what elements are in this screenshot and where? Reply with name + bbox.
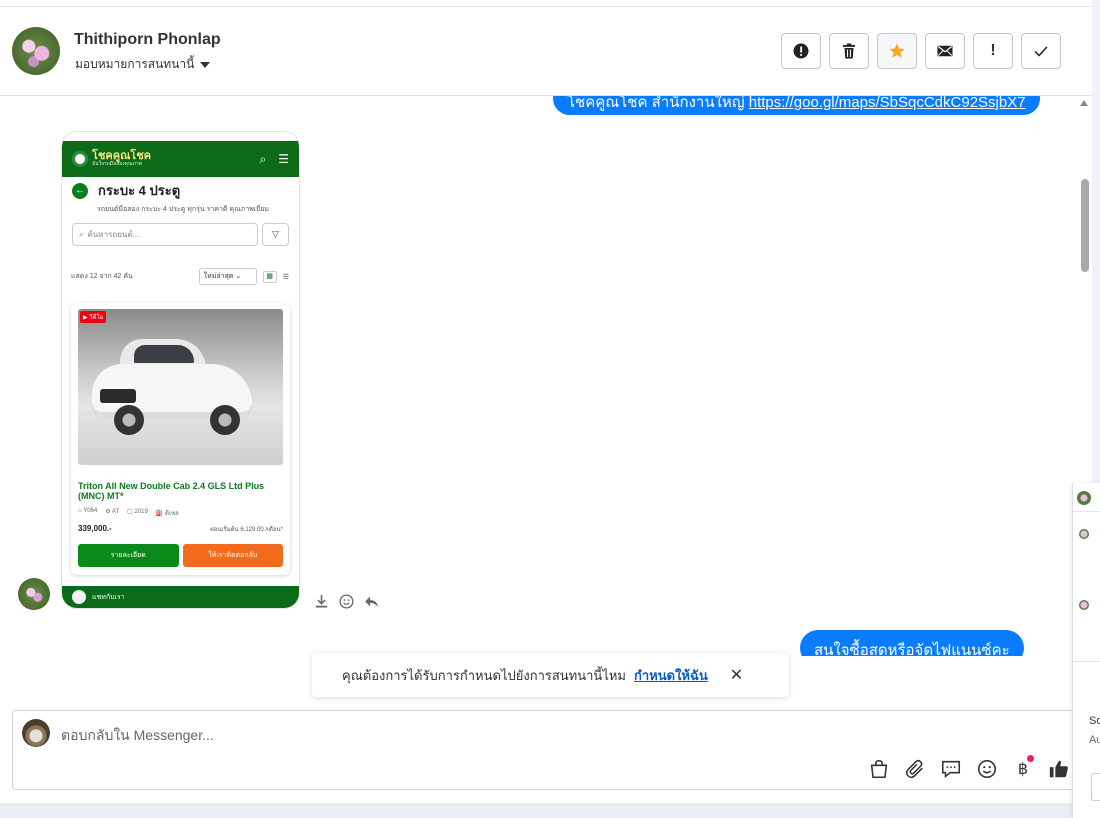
top-strip [0,0,1092,7]
exclamation-icon: ! [990,42,996,59]
back-arrow-icon: ← [72,182,88,199]
phone-search-row: ⌕ ค้นหารถยนต์... ▽ [62,215,299,246]
assign-dropdown[interactable]: มอบหมายการสนทนานี้ [75,55,211,74]
car-name: Triton All New Double Cab 2.4 GLS Ltd Pl… [78,481,265,502]
panel-divider [1073,661,1100,662]
outgoing-message-finance[interactable]: สนใจซื้อสดหรือจัดไฟแนนซ์คะ [800,630,1024,656]
emoji-react-icon[interactable] [338,593,355,610]
reply-icon[interactable] [363,593,380,610]
conversation-header: Thithiporn Phonlap มอบหมายการสนทนานี้ ! [0,8,1092,96]
car-installment: ผ่อนเริ่มต้น 6,129.00 /เดือน* [210,526,283,533]
envelope-icon [937,45,953,57]
saved-reply-icon[interactable] [940,758,962,780]
panel-avatar [1079,600,1089,610]
message-tools [313,593,380,610]
done-button[interactable] [1021,33,1061,69]
result-count: แสดง 12 จาก 42 คัน [71,273,133,280]
star-button[interactable] [877,33,917,69]
star-icon [889,43,905,58]
car-photo: ▶ วีดีโอ [78,309,283,465]
tag-icon: ⌂ Y064 [78,507,98,514]
car-price: 339,000.- [78,523,112,533]
reply-composer[interactable]: ตอบกลับใน Messenger... ฿ [12,710,1078,790]
assign-suggestion-toast: คุณต้องการได้รับการกำหนดไปยังการสนทนานี้… [312,653,789,697]
phone-status-bar [62,132,299,141]
menu-icon: ☰ [278,151,289,166]
check-icon [1034,46,1048,57]
phone-site-nav: โชคคูณโชค มั่นใจรถมือสองคุณภาพ ⌕ ☰ [62,141,299,177]
panel-avatar [1077,491,1091,505]
page-avatar [22,719,50,747]
delete-button[interactable] [829,33,869,69]
contact-avatar[interactable] [12,27,60,75]
assign-label: มอบหมายการสนทนานี้ [75,57,195,71]
fuel-icon: ⛽ ดีเซล [155,510,179,517]
phone-title-row: ← กระบะ 4 ประตู [62,177,299,201]
phone-search-box: ⌕ ค้นหารถยนต์... [72,223,258,246]
phone-page-subtitle: รถยนต์มือสอง กระบะ 4 ประตู ทุกรุ่น ราคาด… [97,206,269,213]
panel-text-line: So [1089,715,1100,727]
paperclip-icon[interactable] [904,758,926,780]
emoji-icon[interactable] [976,758,998,780]
list-view-icon: ☰ [282,273,289,281]
car-specs: ⌂ Y064 ⚙ AT ▢ 2019 ⛽ ดีเซล [78,508,283,518]
alert-octagon-icon [793,43,809,59]
panel-divider [1073,511,1100,512]
page-bottom-bar [0,803,1100,818]
car-card: ▶ วีดีโอ Triton All New Double Cab 2.4 G… [71,303,290,575]
panel-box[interactable] [1091,773,1100,801]
spam-button[interactable] [781,33,821,69]
message-text: โชคคูณโชค สำนักงานใหญ่ [567,96,749,111]
sort-select: ใหม่ล่าสุด ⌄ [198,268,257,285]
outgoing-message-location[interactable]: โชคคูณโชค สำนักงานใหญ่ https://goo.gl/ma… [553,96,1040,115]
phone-nav-icons: ⌕ ☰ [260,152,290,167]
sender-avatar[interactable] [18,578,50,610]
close-icon[interactable]: ✕ [730,665,743,685]
mark-unread-button[interactable] [925,33,965,69]
download-icon[interactable] [313,593,330,610]
site-brand: โชคคูณโชค มั่นใจรถมือสองคุณภาพ [92,150,152,167]
footer-logo [72,590,86,604]
notification-dot [1027,755,1034,762]
grid-view-icon: ▦ [262,270,277,283]
chevron-down-icon [200,61,211,68]
callback-button-in-image: ให้เราติดต่อกลับ [182,543,283,567]
trash-icon [843,43,855,59]
car-price-row: 339,000.- ผ่อนเริ่มต้น 6,129.00 /เดือน* [78,524,283,534]
search-icon: ⌕ [259,151,267,166]
phone-footer: แชทกับเรา [62,586,299,608]
reply-input[interactable]: ตอบกลับใน Messenger... [61,725,214,747]
scroll-up-arrow[interactable] [1080,100,1088,106]
details-button-in-image: รายละเอียด [78,543,179,567]
message-text: สนใจซื้อสดหรือจัดไฟแนนซ์คะ [814,642,1010,656]
video-badge: ▶ วีดีโอ [80,311,107,323]
conversation-actions: ! [781,33,1061,69]
shopping-bag-icon[interactable] [868,758,890,780]
calendar-icon: ▢ 2019 [127,508,148,515]
site-logo [72,151,88,167]
car-card-buttons: รายละเอียด ให้เราติดต่อกลับ [78,543,283,567]
assign-to-me-link[interactable]: กำหนดให้ฉัน [634,665,708,686]
search-icon: ⌕ [79,229,84,239]
incoming-image-message[interactable]: โชคคูณโชค มั่นใจรถมือสองคุณภาพ ⌕ ☰ ← กระ… [61,131,300,609]
toast-text: คุณต้องการได้รับการกำหนดไปยังการสนทนานี้… [342,667,626,683]
thumbs-up-icon[interactable] [1048,758,1070,780]
map-link[interactable]: https://goo.gl/maps/SbSqcCdkC92SsjbX7 [749,96,1026,111]
composer-toolbar: ฿ [868,755,1070,780]
panel-text-line: Au [1089,734,1100,746]
baht-icon[interactable]: ฿ [1012,755,1034,779]
scrollbar-thumb[interactable] [1081,179,1089,272]
side-panel-peek[interactable]: So Au [1072,483,1100,818]
filter-icon: ▽ [262,223,289,246]
panel-avatar [1079,529,1089,539]
follow-up-button[interactable]: ! [973,33,1013,69]
phone-count-row: แสดง 12 จาก 42 คัน ใหม่ล่าสุด ⌄ ▦ ☰ [62,246,299,285]
gear-icon: ⚙ AT [105,508,120,515]
contact-name[interactable]: Thithiporn Phonlap [74,31,221,49]
phone-page-title: กระบะ 4 ประตู [98,183,181,198]
